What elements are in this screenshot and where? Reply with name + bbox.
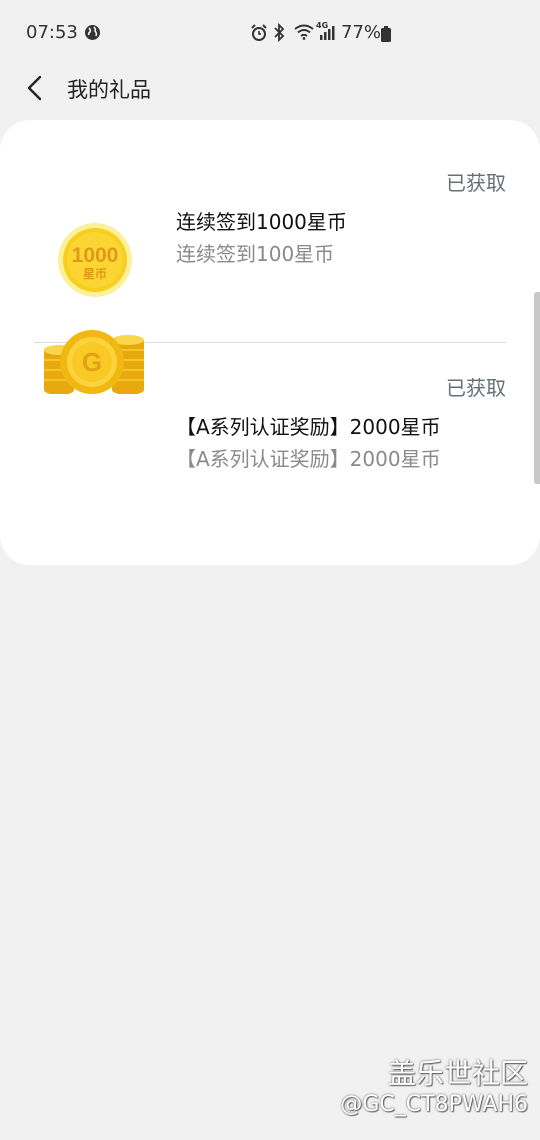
watermark-user: @GC_CT8PWAH6 <box>340 1092 528 1117</box>
gift-status: 已获取 <box>446 171 506 195</box>
back-button[interactable] <box>18 72 50 104</box>
status-bar: 07:53 4G 77% <box>0 0 540 66</box>
coin-amount: 1000 <box>72 244 119 267</box>
chevron-left-icon <box>27 75 42 101</box>
battery-percentage: 77% <box>341 22 382 43</box>
gift-name: 连续签到1000星币 <box>176 210 347 234</box>
header: 我的礼品 <box>0 66 540 120</box>
status-time: 07:53 <box>26 22 78 43</box>
alarm-icon <box>250 24 268 46</box>
gift-name: 【A系列认证奖励】2000星币 <box>176 415 441 439</box>
gift-status: 已获取 <box>446 376 506 400</box>
scrollbar[interactable] <box>534 292 540 484</box>
battery-icon <box>381 26 391 46</box>
signal-icon <box>316 24 336 44</box>
watermark-title: 盖乐世社区 <box>387 1057 528 1090</box>
gift-list-card: 已获取 1000 星币 连续签到1000星币 连续签到100星币 已获取 【A系… <box>0 120 540 565</box>
gold-coin-1000-icon: 1000 星币 <box>57 222 133 298</box>
page-title: 我的礼品 <box>67 78 151 102</box>
gift-description: 【A系列认证奖励】2000星币 <box>176 447 441 471</box>
coin-letter: G <box>82 347 102 377</box>
wifi-icon <box>294 24 314 44</box>
bluetooth-icon <box>272 22 286 46</box>
gift-item[interactable]: 已获取 1000 星币 连续签到1000星币 连续签到100星币 <box>0 120 540 342</box>
gold-coin-stack-icon: G <box>42 326 146 395</box>
coin-unit: 星币 <box>83 267 107 281</box>
gift-description: 连续签到100星币 <box>176 242 335 266</box>
globe-icon <box>84 24 101 45</box>
